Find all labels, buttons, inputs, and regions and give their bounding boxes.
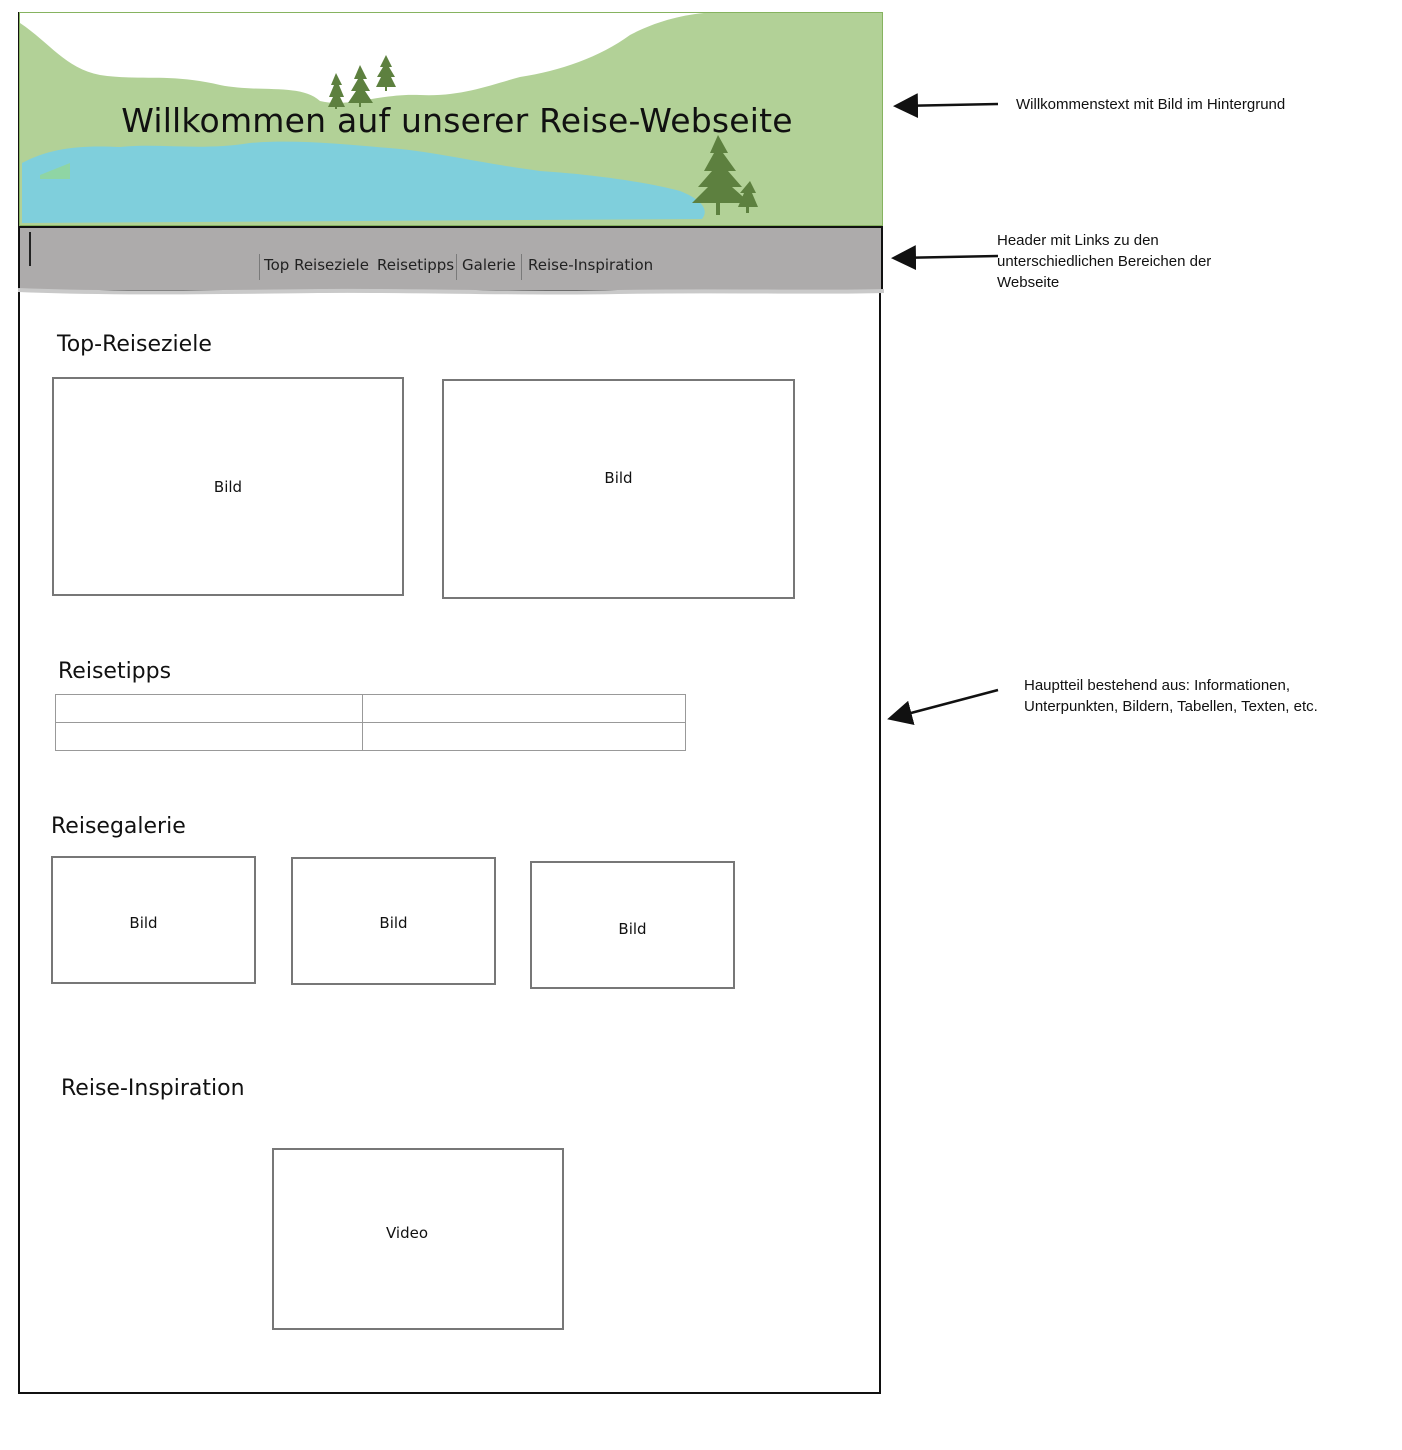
annotation-arrows bbox=[887, 93, 999, 725]
annotation-line: Webseite bbox=[997, 274, 1060, 291]
annotation-line: Hauptteil bestehend aus: Informationen, bbox=[1024, 677, 1291, 694]
arrow-main bbox=[887, 688, 999, 725]
annotation-nav: Header mit Links zu den unterschiedliche… bbox=[997, 230, 1211, 293]
annotation-line: Header mit Links zu den bbox=[997, 232, 1159, 249]
annotation-main: Hauptteil bestehend aus: Informationen, … bbox=[1024, 675, 1318, 717]
annotation-line: unterschiedlichen Bereichen der bbox=[997, 253, 1212, 270]
annotation-hero: Willkommenstext mit Bild im Hintergrund bbox=[1016, 96, 1286, 113]
arrow-nav bbox=[891, 245, 999, 271]
annotation-line: Unterpunkten, Bildern, Tabellen, Texten,… bbox=[1024, 698, 1318, 715]
arrow-hero bbox=[893, 93, 999, 119]
